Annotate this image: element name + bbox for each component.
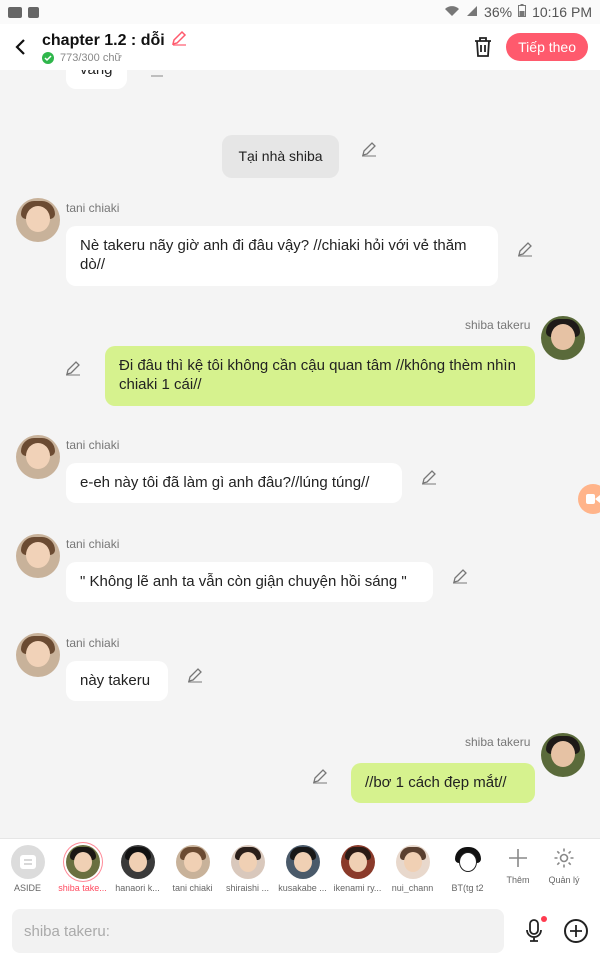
message-bubble: Đi đâu thì kệ tôi không cần cậu quan tâm… [105, 346, 535, 406]
edit-icon[interactable] [148, 70, 166, 82]
avatar-tani-chiaki[interactable] [16, 633, 60, 677]
character-tani-chiaki[interactable]: tani chiaki [165, 839, 220, 903]
character-label: kusakabe ... [278, 883, 327, 893]
app-header: chapter 1.2 : dỗi 773/300 chữ Tiếp theo [0, 24, 600, 70]
plus-icon [570, 925, 582, 937]
clock: 10:16 PM [532, 4, 592, 20]
edit-icon[interactable] [311, 767, 329, 785]
input-bar [0, 902, 600, 960]
avatar-tani-chiaki[interactable] [16, 435, 60, 479]
floating-video-button[interactable] [578, 484, 600, 514]
status-bar: 36% 10:16 PM [0, 0, 600, 24]
edit-title-icon[interactable] [171, 30, 187, 51]
message-bubble: " Không lẽ anh ta vẫn còn giận chuyện hồ… [66, 562, 433, 602]
next-button[interactable]: Tiếp theo [506, 33, 588, 61]
battery-level: 36% [484, 4, 513, 20]
character-label: ASIDE [13, 883, 41, 893]
delete-button[interactable] [470, 34, 496, 60]
edit-icon[interactable] [420, 468, 438, 486]
edit-icon[interactable] [186, 666, 204, 684]
battery-icon [518, 4, 527, 20]
message-input[interactable] [12, 909, 504, 953]
chat-area[interactable]: vàng Tại nhà shiba tani chiaki Nè takeru… [0, 70, 600, 838]
character-label: tani chiaki [172, 883, 213, 893]
voice-button[interactable] [522, 916, 547, 944]
sender-name: shiba takeru [465, 735, 531, 749]
character-bar: ASIDE shiba take... hanaori k... tani ch… [0, 838, 600, 902]
edit-icon[interactable] [516, 240, 534, 258]
character-label: shiraishi ... [225, 883, 269, 893]
microphone-icon [526, 919, 542, 942]
back-button[interactable] [0, 24, 40, 70]
character-shiba-takeru[interactable]: shiba take... [55, 839, 110, 903]
message-bubble: e-eh này tôi đã làm gì anh đâu?//lúng tú… [66, 463, 402, 503]
manage-characters-button[interactable]: Quản lý [541, 839, 587, 903]
character-label: ikenami ry... [333, 883, 382, 893]
add-character-button[interactable]: Thêm [495, 839, 541, 903]
character-aside[interactable]: ASIDE [0, 839, 55, 903]
avatar-shiba-takeru[interactable] [541, 733, 585, 777]
character-nui-chann[interactable]: nui_chann [385, 839, 440, 903]
message-bubble: Nè takeru nãy giờ anh đi đâu vậy? //chia… [66, 226, 498, 286]
recording-dot [541, 916, 547, 922]
message-bubble: //bơ 1 cách đẹp mắt// [351, 763, 535, 803]
character-shiraishi[interactable]: shiraishi ... [220, 839, 275, 903]
sender-name: tani chiaki [66, 201, 120, 215]
check-icon [42, 52, 54, 64]
wifi-icon [444, 4, 460, 20]
avatar-shiba-takeru[interactable] [541, 316, 585, 360]
message-bubble-partial: vàng [66, 70, 127, 89]
manage-label: Quản lý [548, 875, 580, 885]
character-label: shiba take... [58, 883, 107, 893]
character-hanaori[interactable]: hanaori k... [110, 839, 165, 903]
message-bubble: này takeru [66, 661, 168, 701]
character-ikenami[interactable]: ikenami ry... [330, 839, 385, 903]
sender-name: tani chiaki [66, 636, 120, 650]
avatar-tani-chiaki[interactable] [16, 534, 60, 578]
chapter-title: chapter 1.2 : dỗi [42, 31, 165, 49]
chevron-left-icon [15, 39, 25, 55]
sim-notification-icon [28, 6, 39, 18]
gear-icon [554, 848, 574, 868]
character-label: nui_chann [391, 883, 434, 893]
character-label: hanaori k... [115, 883, 160, 893]
sender-name: tani chiaki [66, 537, 120, 551]
add-label: Thêm [506, 875, 530, 885]
aside-icon [19, 855, 36, 869]
title-block: chapter 1.2 : dỗi 773/300 chữ [42, 30, 187, 64]
character-bt[interactable]: BT(tg t2 [440, 839, 495, 903]
scene-aside-bubble: Tại nhà shiba [222, 135, 339, 178]
sender-name: tani chiaki [66, 438, 120, 452]
character-label: BT(tg t2 [451, 883, 484, 893]
character-kusakabe[interactable]: kusakabe ... [275, 839, 330, 903]
sender-name: shiba takeru [465, 318, 531, 332]
edit-icon[interactable] [360, 140, 378, 158]
video-notification-icon [8, 6, 22, 18]
edit-icon[interactable] [64, 359, 82, 377]
add-content-button[interactable] [564, 919, 588, 943]
video-icon [586, 494, 600, 504]
signal-icon [466, 4, 478, 20]
trash-icon [475, 37, 491, 57]
avatar-tani-chiaki[interactable] [16, 198, 60, 242]
edit-icon[interactable] [451, 567, 469, 585]
word-count: 773/300 chữ [60, 52, 122, 64]
plus-icon [509, 849, 527, 867]
